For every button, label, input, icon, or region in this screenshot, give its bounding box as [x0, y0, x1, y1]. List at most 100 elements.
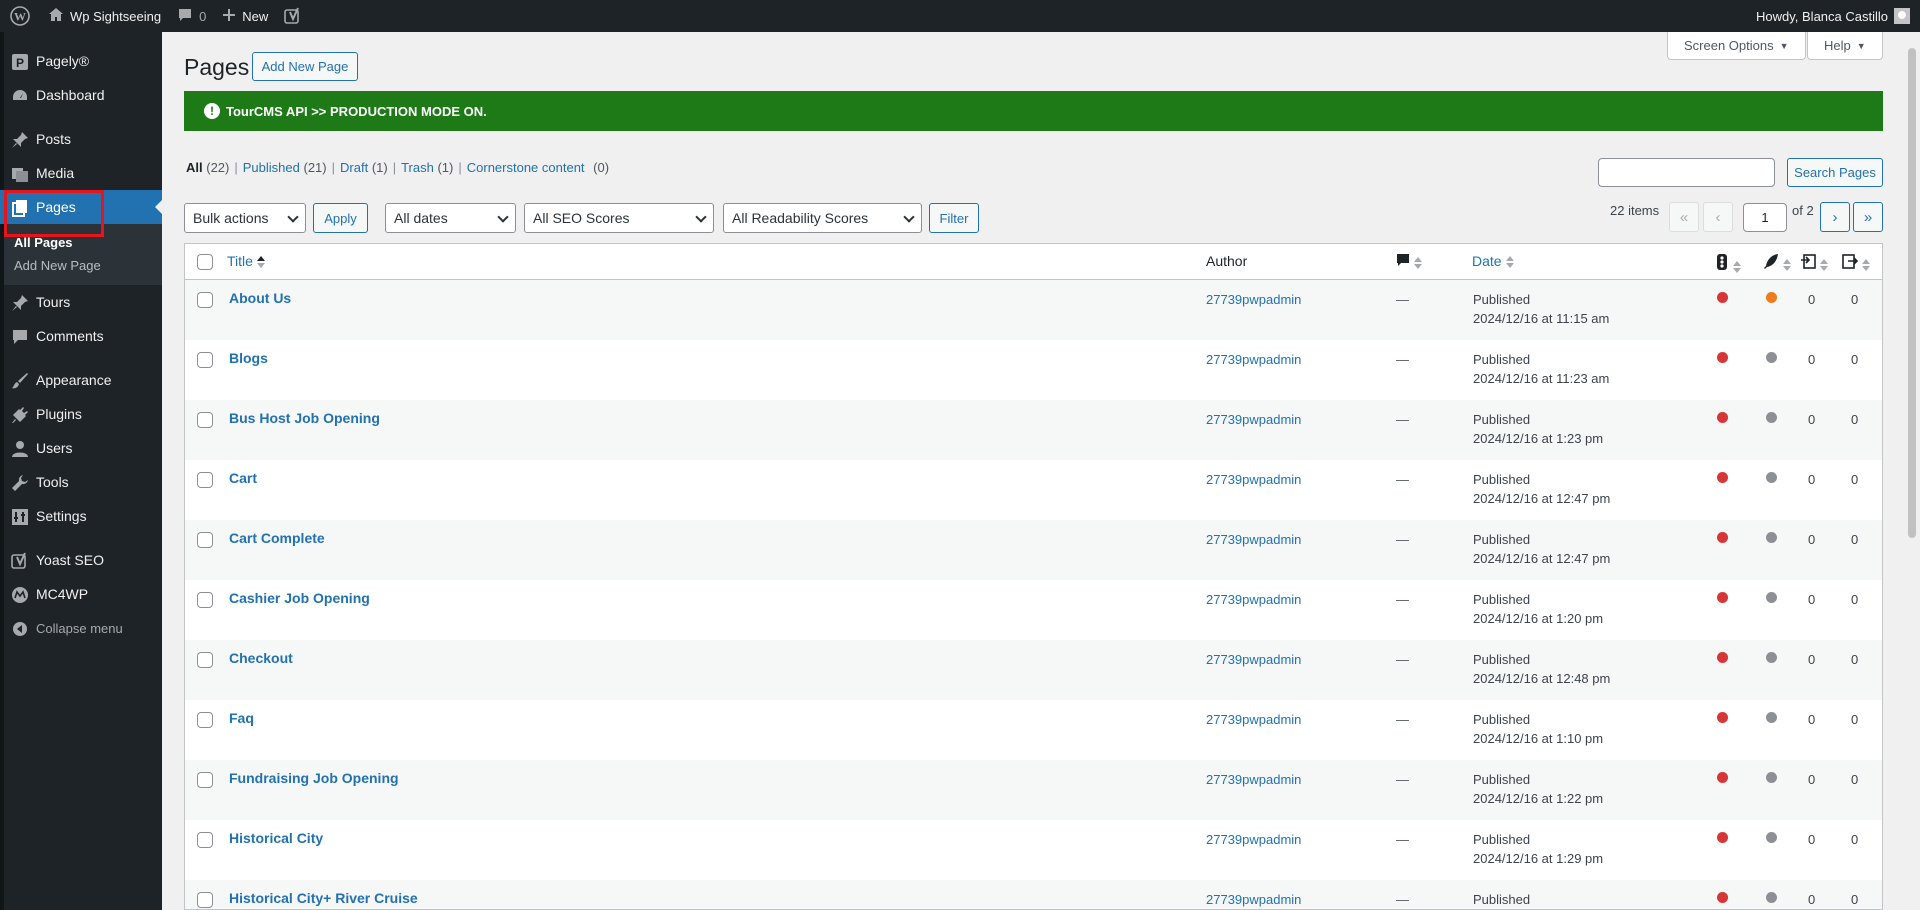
readability-select[interactable]: All Readability Scores [723, 203, 922, 233]
author-link[interactable]: 27739pwpadmin [1206, 592, 1301, 607]
seo-score-indicator [1717, 592, 1728, 603]
sidebar-item-media[interactable]: Media [0, 156, 162, 190]
author-link[interactable]: 27739pwpadmin [1206, 352, 1301, 367]
page-title-link[interactable]: Checkout [229, 650, 293, 666]
page-title-link[interactable]: Cart [229, 470, 257, 486]
sidebar-item-tours[interactable]: Tours [0, 285, 162, 319]
outgoing-links-count: 0 [1851, 832, 1859, 847]
help-button[interactable]: Help ▼ [1807, 32, 1883, 60]
yoast-adminbar-icon[interactable] [276, 0, 310, 32]
avatar[interactable] [1894, 8, 1910, 24]
author-link[interactable]: 27739pwpadmin [1206, 892, 1301, 907]
howdy-text[interactable]: Howdy, Blanca Castillo [1756, 9, 1888, 24]
sidebar-item-comments[interactable]: Comments [0, 319, 162, 353]
post-status: Published [1473, 892, 1531, 907]
table-row: Cashier Job Opening 27739pwpadmin — Publish… [185, 580, 1882, 640]
pagely-icon: P [11, 53, 29, 70]
title-column-header[interactable]: Title [227, 253, 265, 269]
sidebar-item-collapse[interactable]: Collapse menu [0, 611, 162, 645]
current-page-input[interactable]: 1 [1743, 203, 1787, 232]
seo-score-indicator [1717, 892, 1728, 903]
sidebar-item-label: Settings [36, 508, 87, 524]
row-checkbox[interactable] [197, 832, 213, 848]
next-page-button[interactable]: › [1820, 202, 1850, 232]
add-new-page-button[interactable]: Add New Page [252, 52, 358, 81]
row-checkbox[interactable] [197, 472, 213, 488]
page-title-link[interactable]: Historical City [229, 830, 323, 846]
view-trash[interactable]: Trash (1) [401, 160, 453, 175]
post-date: 2024/12/16 at 12:48 pm [1473, 671, 1611, 686]
bulk-actions-select[interactable]: Bulk actions [184, 203, 306, 233]
page-title-link[interactable]: Fundraising Job Opening [229, 770, 399, 786]
row-checkbox[interactable] [197, 712, 213, 728]
page-title-link[interactable]: Cart Complete [229, 530, 325, 546]
comments-link[interactable]: 0 [169, 0, 214, 32]
prev-page-button[interactable]: ‹ [1703, 202, 1733, 232]
sidebar-item-tools[interactable]: Tools [0, 465, 162, 499]
screen-options-button[interactable]: Screen Options ▼ [1667, 32, 1806, 60]
comments-column-header[interactable] [1396, 253, 1422, 270]
view-all[interactable]: All (22) [186, 160, 229, 175]
row-checkbox[interactable] [197, 412, 213, 428]
first-page-button[interactable]: « [1669, 202, 1699, 232]
author-link[interactable]: 27739pwpadmin [1206, 412, 1301, 427]
sidebar-item-plugins[interactable]: Plugins [0, 397, 162, 431]
sidebar-item-settings[interactable]: Settings [0, 499, 162, 533]
author-link[interactable]: 27739pwpadmin [1206, 832, 1301, 847]
sidebar-item-users[interactable]: Users [0, 431, 162, 465]
author-link[interactable]: 27739pwpadmin [1206, 772, 1301, 787]
filter-button[interactable]: Filter [929, 203, 979, 233]
outgoing-links-column-header[interactable] [1842, 253, 1870, 272]
submenu-add-new-page[interactable]: Add New Page [0, 254, 162, 277]
seo-score-column-header[interactable] [1715, 253, 1741, 274]
row-checkbox[interactable] [197, 892, 213, 908]
search-pages-button[interactable]: Search Pages [1787, 158, 1883, 187]
seo-scores-select[interactable]: All SEO Scores [524, 203, 714, 233]
sidebar-item-appearance[interactable]: Appearance [0, 363, 162, 397]
date-column-header[interactable]: Date [1472, 253, 1514, 269]
row-checkbox[interactable] [197, 652, 213, 668]
page-title-link[interactable]: Faq [229, 710, 254, 726]
row-checkbox[interactable] [197, 352, 213, 368]
sidebar-item-posts[interactable]: Posts [0, 122, 162, 156]
page-title-link[interactable]: About Us [229, 290, 291, 306]
row-checkbox[interactable] [197, 532, 213, 548]
page-title-link[interactable]: Cashier Job Opening [229, 590, 370, 606]
author-link[interactable]: 27739pwpadmin [1206, 292, 1301, 307]
post-date: 2024/12/16 at 1:23 pm [1473, 431, 1604, 446]
view-published[interactable]: Published (21) [243, 160, 327, 175]
new-content-link[interactable]: New [214, 0, 276, 32]
author-link[interactable]: 27739pwpadmin [1206, 712, 1301, 727]
dates-select[interactable]: All dates [385, 203, 516, 233]
site-name-link[interactable]: Wp Sightseeing [40, 0, 169, 32]
row-checkbox[interactable] [197, 592, 213, 608]
highlight-box [4, 190, 104, 237]
outgoing-links-count: 0 [1851, 652, 1859, 667]
screen-options-label: Screen Options [1684, 38, 1774, 53]
sidebar-item-pagely[interactable]: P Pagely® [0, 44, 162, 78]
sidebar-item-mc4wp[interactable]: MC4WP [0, 577, 162, 611]
view-draft[interactable]: Draft (1) [340, 160, 388, 175]
sidebar-item-dashboard[interactable]: Dashboard [0, 78, 162, 112]
page-title-link[interactable]: Blogs [229, 350, 268, 366]
view-cornerstone[interactable]: Cornerstone content (0) [467, 160, 609, 175]
row-checkbox[interactable] [197, 292, 213, 308]
select-all-checkbox[interactable] [197, 254, 213, 270]
wordpress-logo-icon[interactable]: W [0, 0, 40, 32]
search-input[interactable] [1598, 158, 1775, 187]
author-link[interactable]: 27739pwpadmin [1206, 532, 1301, 547]
page-scrollbar[interactable] [1904, 32, 1920, 910]
author-link[interactable]: 27739pwpadmin [1206, 472, 1301, 487]
page-title-link[interactable]: Bus Host Job Opening [229, 410, 380, 426]
readability-column-header[interactable] [1763, 253, 1791, 272]
view-filters: All (22) | Published (21) | Draft (1) | … [186, 160, 610, 175]
author-link[interactable]: 27739pwpadmin [1206, 652, 1301, 667]
row-checkbox[interactable] [197, 772, 213, 788]
incoming-links-count: 0 [1808, 772, 1816, 787]
last-page-button[interactable]: » [1853, 202, 1883, 232]
apply-button[interactable]: Apply [313, 203, 368, 233]
incoming-links-column-header[interactable] [1800, 253, 1828, 272]
sidebar-item-yoast[interactable]: Yoast SEO [0, 543, 162, 577]
readability-score-indicator [1766, 832, 1777, 843]
page-title-link[interactable]: Historical City+ River Cruise [229, 890, 418, 906]
